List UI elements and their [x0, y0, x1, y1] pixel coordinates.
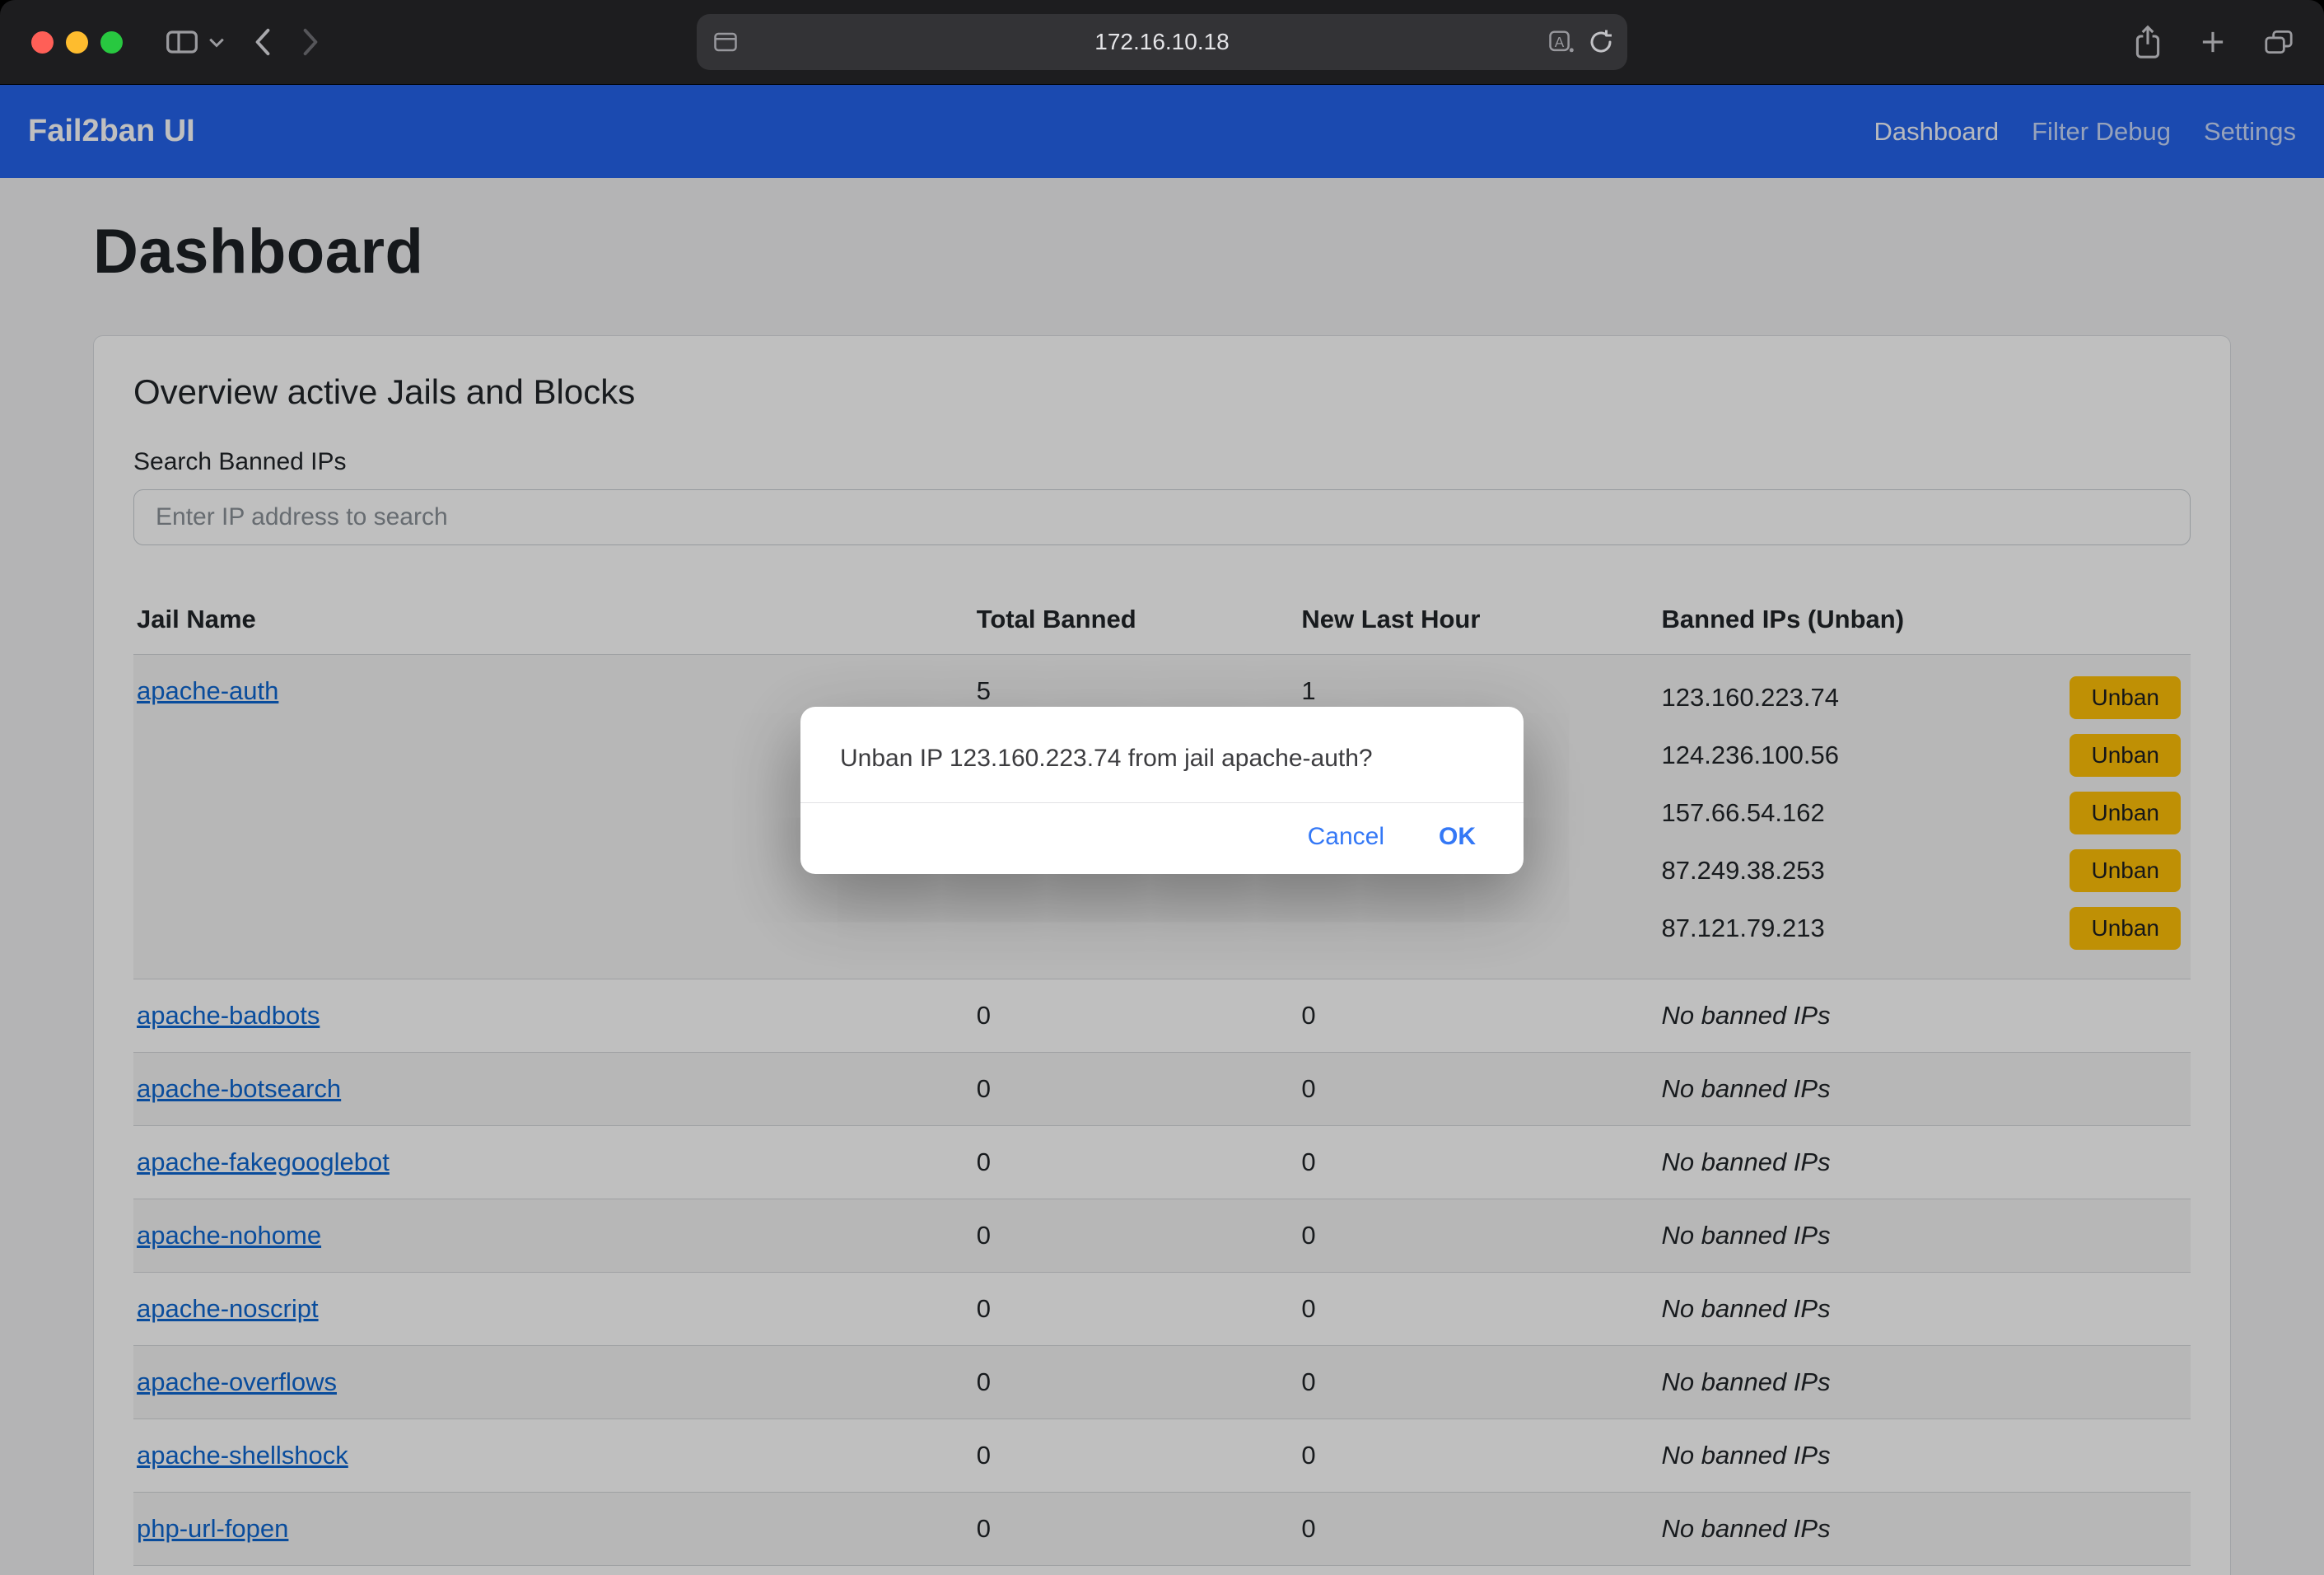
- svg-text:A: A: [1555, 34, 1565, 50]
- page-settings-icon[interactable]: [713, 30, 738, 54]
- confirm-dialog: Unban IP 123.160.223.74 from jail apache…: [800, 707, 1524, 874]
- address-bar[interactable]: 172.16.10.18 A: [697, 14, 1627, 70]
- minimize-window-button[interactable]: [66, 31, 88, 54]
- forward-icon[interactable]: [301, 27, 320, 57]
- toolbar-nav-group: [166, 27, 320, 57]
- dialog-actions: Cancel OK: [800, 802, 1524, 874]
- tab-overview-icon[interactable]: [2263, 28, 2294, 56]
- reload-icon[interactable]: [1588, 29, 1614, 55]
- dialog-message: Unban IP 123.160.223.74 from jail apache…: [800, 707, 1524, 802]
- zoom-window-button[interactable]: [100, 31, 123, 54]
- cancel-button[interactable]: Cancel: [1308, 823, 1384, 851]
- close-window-button[interactable]: [31, 31, 54, 54]
- chevron-down-icon[interactable]: [208, 36, 225, 48]
- browser-toolbar: 172.16.10.18 A: [0, 0, 2324, 85]
- back-icon[interactable]: [253, 27, 273, 57]
- window-controls: [31, 31, 123, 54]
- web-page: Fail2ban UI DashboardFilter DebugSetting…: [0, 85, 2324, 1575]
- toolbar-right-group: [2133, 0, 2294, 84]
- ok-button[interactable]: OK: [1439, 823, 1476, 851]
- url-text: 172.16.10.18: [1094, 29, 1230, 55]
- safari-window: 172.16.10.18 A Fail2ba: [0, 0, 2324, 1575]
- translate-icon[interactable]: A: [1548, 30, 1575, 54]
- sidebar-icon[interactable]: [166, 28, 198, 56]
- share-icon[interactable]: [2133, 25, 2163, 59]
- new-tab-icon[interactable]: [2199, 28, 2227, 56]
